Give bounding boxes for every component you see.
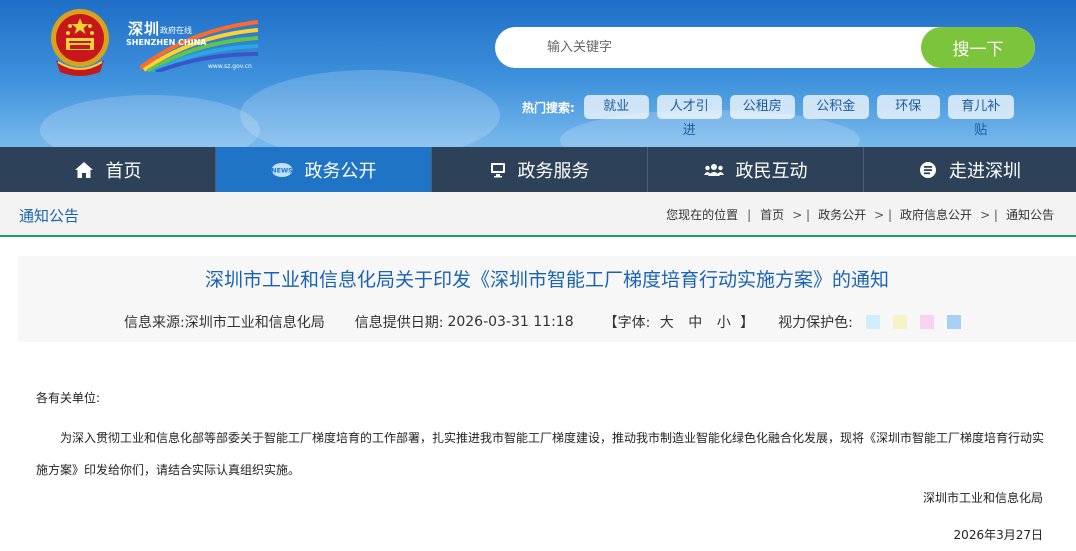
source-value: 深圳市工业和信息化局	[184, 315, 325, 331]
hot-tag-public-housing[interactable]: 公租房	[729, 95, 795, 119]
breadcrumb-home[interactable]: 首页	[760, 206, 784, 223]
eye-color-pink-swatch[interactable]	[919, 315, 934, 329]
breadcrumb-notices[interactable]: 通知公告	[1006, 206, 1054, 223]
eye-color-yellow-swatch[interactable]	[892, 315, 907, 329]
logo-subtitle: 政府在线	[160, 26, 192, 35]
logo-title: 深圳	[128, 20, 161, 38]
nav-item-label: 首页	[105, 160, 142, 182]
logo-english: SHENZHEN CHINA	[126, 38, 207, 47]
article-meta: 信息来源: 深圳市工业和信息化局 信息提供日期: 2026-03-31 11:1…	[124, 312, 961, 332]
article-title: 深圳市工业和信息化局关于印发《深圳市智能工厂梯度培育行动实施方案》的通知	[204, 269, 889, 291]
search-box: 搜一下	[495, 27, 1035, 68]
hot-tag-housing-fund[interactable]: 公积金	[802, 95, 869, 119]
hot-tag-childcare-subsidy[interactable]: 育儿补贴	[947, 95, 1014, 138]
hot-tag-jobs[interactable]: 就业	[583, 95, 649, 119]
date-label: 信息提供日期:	[354, 315, 444, 331]
breadcrumb-bar: 通知公告 您现在的位置 | 首页 > | 政务公开 > | 政府信息公开 > |…	[0, 192, 1076, 237]
section-title: 通知公告	[19, 207, 80, 225]
breadcrumb-government-affairs[interactable]: 政务公开	[818, 206, 866, 223]
signature: 深圳市工业和信息化局	[922, 491, 1043, 505]
home-icon	[74, 161, 94, 179]
font-small-button[interactable]: 小	[717, 315, 731, 331]
hot-search-label: 热门搜索:	[522, 100, 575, 115]
nav-item-home[interactable]: 首页	[0, 147, 216, 192]
sign-date: 2026年3月27日	[953, 528, 1043, 542]
greeting: 各有关单位:	[36, 391, 101, 405]
hot-search-bar: 热门搜索: 就业 人才引进 公租房 公积金 环保 育儿补贴	[522, 95, 1014, 138]
national-emblem-icon	[51, 9, 109, 76]
site-header: 深圳 政府在线 SHENZHEN CHINA www.sz.gov.cn 搜一下…	[0, 0, 1076, 147]
font-large-button[interactable]: 大	[660, 315, 674, 331]
breadcrumb-separator: > |	[980, 207, 998, 222]
main-nav: 首页 NEWS 政务公开 政务服务 政民互动 走进深圳	[0, 147, 1076, 192]
search-input[interactable]	[495, 27, 920, 68]
monitor-icon	[490, 162, 506, 178]
nav-item-government-affairs[interactable]: NEWS 政务公开	[216, 147, 432, 192]
hot-tag-environment[interactable]: 环保	[876, 95, 940, 119]
font-medium-button[interactable]: 中	[688, 315, 702, 331]
breadcrumb-separator: > |	[792, 207, 811, 222]
source-label: 信息来源:	[124, 315, 185, 331]
eye-color-cyan-swatch[interactable]	[865, 315, 880, 329]
people-icon	[703, 163, 724, 177]
search-button[interactable]: 搜一下	[921, 27, 1035, 68]
hot-tag-talent[interactable]: 人才引进	[656, 95, 722, 138]
font-label-open: 【字体:	[603, 315, 651, 331]
breadcrumb-info-disclosure[interactable]: 政府信息公开	[900, 206, 972, 223]
nav-item-label: 政务公开	[304, 160, 377, 182]
nav-item-label: 政务服务	[517, 160, 590, 182]
date-value: 2026-03-31 11:18	[447, 314, 574, 330]
breadcrumb-separator: |	[747, 207, 752, 222]
nav-item-services[interactable]: 政务服务	[432, 147, 648, 192]
info-icon	[919, 161, 937, 179]
nav-item-label: 走进深圳	[949, 160, 1021, 182]
nav-item-interaction[interactable]: 政民互动	[648, 147, 864, 192]
font-label-close: 】	[740, 315, 755, 331]
breadcrumb: 您现在的位置 | 首页 > | 政务公开 > | 政府信息公开 > | 通知公告	[666, 206, 1054, 223]
svg-text:NEWS: NEWS	[271, 166, 293, 174]
article-header: 深圳市工业和信息化局关于印发《深圳市智能工厂梯度培育行动实施方案》的通知 信息来…	[18, 256, 1076, 342]
breadcrumb-location-label: 您现在的位置	[666, 208, 739, 222]
breadcrumb-separator: > |	[874, 207, 893, 222]
article-paragraph: 为深入贯彻工业和信息化部等部委关于智能工厂梯度培育的工作部署，扎实推进我市智能工…	[36, 431, 1045, 477]
nav-item-label: 政民互动	[735, 160, 808, 182]
eye-care-label: 视力保护色:	[778, 315, 853, 331]
logo-url: www.sz.gov.cn	[208, 63, 252, 70]
eye-color-blue-swatch[interactable]	[946, 315, 961, 329]
nav-item-about-shenzhen[interactable]: 走进深圳	[864, 147, 1076, 192]
news-icon: NEWS	[271, 162, 293, 178]
font-size-selector: 【字体: 大 中 小 】	[604, 312, 755, 332]
